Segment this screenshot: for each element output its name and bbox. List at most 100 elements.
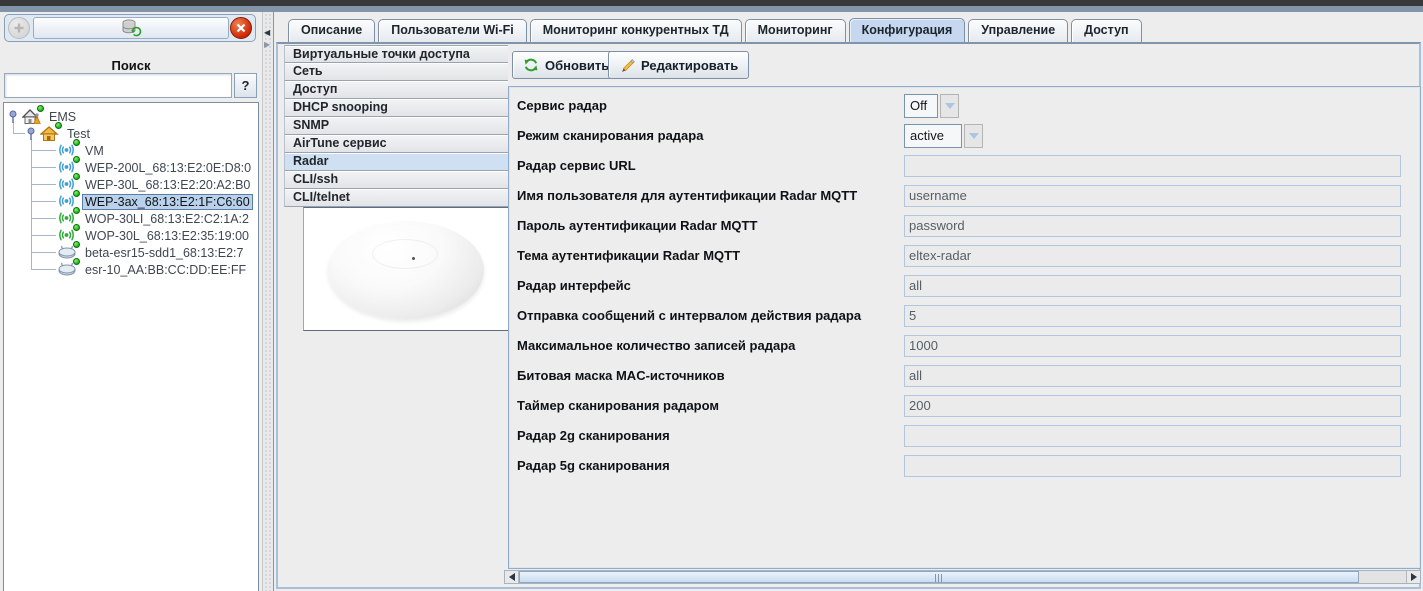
close-panel-button[interactable] (230, 17, 252, 39)
tree-node-device[interactable]: WEP-200L_68:13:E2:0E:D8:0 (58, 156, 253, 176)
tree-node-label[interactable]: WEP-200L_68:13:E2:0E:D8:0 (83, 161, 253, 175)
mqtt-password-field[interactable]: password (904, 215, 1401, 237)
search-input[interactable] (4, 73, 232, 98)
tree-node-label[interactable]: VM (83, 144, 106, 158)
tree-node-device[interactable]: esr-10_AA:BB:CC:DD:EE:FF (58, 258, 248, 278)
tab-description[interactable]: Описание (288, 19, 376, 42)
combo-value[interactable]: active (904, 124, 962, 148)
status-online-dot (73, 207, 80, 214)
tree-node-label[interactable]: WOP-30LI_68:13:E2:C2:1A:2 (83, 212, 251, 226)
radar-scan-timer-field[interactable]: 200 (904, 395, 1401, 417)
search-title: Поиск (111, 58, 151, 73)
status-online-dot (73, 190, 80, 197)
radar-max-records-field[interactable]: 1000 (904, 335, 1401, 357)
mac-bitmask-field[interactable]: all (904, 365, 1401, 387)
tree-node-label[interactable]: WEP-30L_68:13:E2:20:A2:B0 (83, 178, 252, 192)
section-network[interactable]: Сеть (284, 63, 508, 81)
radar-scan-mode-combo[interactable]: active (904, 124, 983, 148)
main-tab-bar: Описание Пользователи Wi-Fi Мониторинг к… (288, 18, 1145, 42)
scrollbar-thumb[interactable] (519, 571, 1359, 583)
field-label: Таймер сканирования радаром (517, 398, 720, 413)
section-dhcp-snooping[interactable]: DHCP snooping (284, 99, 508, 117)
tree-node-label[interactable]: WOP-30L_68:13:E2:35:19:00 (83, 229, 251, 243)
tab-configuration[interactable]: Конфигурация (848, 18, 966, 42)
app-window: Поиск ? EMS Test VM WEP-200L_68:13:E2:0E… (0, 0, 1423, 591)
splitter-expand-right-icon[interactable]: ▶ (264, 40, 270, 50)
tree-line (31, 184, 56, 185)
combo-dropdown-button[interactable] (964, 124, 983, 148)
plus-icon (14, 23, 24, 33)
tab-management[interactable]: Управление (968, 19, 1069, 42)
status-online-dot (73, 258, 80, 265)
form-row: Радар 5g сканирования (509, 453, 1420, 483)
tree-node-device[interactable]: beta-esr15-sdd1_68:13:E2:7 (58, 241, 245, 261)
tab-access[interactable]: Доступ (1071, 19, 1142, 42)
tree-node-test[interactable]: Test (26, 122, 92, 142)
form-row: Таймер сканирования радаром 200 (509, 393, 1420, 423)
device-tree-panel: Поиск ? EMS Test VM WEP-200L_68:13:E2:0E… (0, 12, 262, 591)
section-radar[interactable]: Radar (284, 153, 508, 171)
field-label: Радар 2g сканирования (517, 428, 670, 443)
form-row: Радар сервис URL (509, 153, 1420, 183)
tree-node-device[interactable]: WOP-30L_68:13:E2:35:19:00 (58, 224, 251, 244)
tree-node-device[interactable]: WEP-30L_68:13:E2:20:A2:B0 (58, 173, 252, 193)
scrollbar-grip (934, 574, 942, 582)
mqtt-topic-field[interactable]: eltex-radar (904, 245, 1401, 267)
tree-node-label[interactable]: WEP-3ax_68:13:E2:1F:C6:60 (82, 193, 253, 210)
database-sync-button[interactable] (33, 17, 229, 39)
combo-value[interactable]: Off (904, 94, 938, 118)
config-section-list: Виртуальные точки доступа Сеть Доступ DH… (284, 45, 508, 207)
radar-interval-field[interactable]: 5 (904, 305, 1401, 327)
expand-handle-icon[interactable] (8, 109, 20, 124)
triangle-right-icon (1410, 573, 1417, 581)
tree-node-label[interactable]: esr-10_AA:BB:CC:DD:EE:FF (83, 263, 248, 277)
tree-node-device-selected[interactable]: WEP-3ax_68:13:E2:1F:C6:60 (58, 190, 253, 210)
pencil-icon (622, 59, 635, 72)
splitter-handle[interactable]: ◀ ▶ (262, 12, 274, 591)
search-help-button[interactable]: ? (234, 73, 257, 98)
expand-handle-icon[interactable] (26, 126, 38, 141)
section-airtune[interactable]: AirTune сервис (284, 135, 508, 153)
section-virtual-aps[interactable]: Виртуальные точки доступа (284, 45, 508, 63)
tree-toolbar (4, 14, 256, 42)
tree-node-label[interactable]: EMS (47, 110, 78, 124)
tree-line (31, 201, 56, 202)
radar-5g-scan-field[interactable] (904, 455, 1401, 477)
edit-button[interactable]: Редактировать (608, 51, 750, 79)
edit-label: Редактировать (641, 57, 739, 73)
form-row: Пароль аутентификации Radar MQTT passwor… (509, 213, 1420, 243)
tree-node-device[interactable]: VM (58, 139, 106, 159)
tab-wifi-users[interactable]: Пользователи Wi-Fi (378, 19, 527, 42)
tree-node-label[interactable]: Test (65, 127, 92, 141)
field-label: Максимальное количество записей радара (517, 338, 796, 353)
mqtt-username-field[interactable]: username (904, 185, 1401, 207)
field-label: Радар интерфейс (517, 278, 631, 293)
field-label: Битовая маска MAC-источников (517, 368, 725, 383)
splitter-collapse-left-icon[interactable]: ◀ (264, 28, 270, 38)
section-cli-telnet[interactable]: CLI/telnet (284, 189, 508, 207)
status-online-dot (55, 122, 62, 129)
scroll-right-button[interactable] (1406, 571, 1420, 583)
triangle-left-icon (508, 573, 515, 581)
tab-rival-ap-monitoring[interactable]: Мониторинг конкурентных ТД (529, 19, 742, 42)
tree-node-label[interactable]: beta-esr15-sdd1_68:13:E2:7 (83, 246, 245, 260)
tree-node-ems[interactable]: EMS (8, 105, 78, 125)
combo-dropdown-button[interactable] (940, 94, 959, 118)
radar-service-combo[interactable]: Off (904, 94, 959, 118)
section-access[interactable]: Доступ (284, 81, 508, 99)
section-snmp[interactable]: SNMP (284, 117, 508, 135)
scroll-left-button[interactable] (505, 571, 519, 583)
radar-interface-field[interactable]: all (904, 275, 1401, 297)
radar-2g-scan-field[interactable] (904, 425, 1401, 447)
refresh-button[interactable]: Обновить (512, 51, 621, 79)
close-icon (236, 23, 246, 33)
access-point-photo (328, 221, 484, 319)
section-cli-ssh[interactable]: CLI/ssh (284, 171, 508, 189)
tree-node-device[interactable]: WOP-30LI_68:13:E2:C2:1A:2 (58, 207, 251, 227)
horizontal-scrollbar[interactable] (504, 570, 1421, 584)
field-label: Радар 5g сканирования (517, 458, 670, 473)
radar-service-url-field[interactable] (904, 155, 1401, 177)
tab-monitoring[interactable]: Мониторинг (744, 19, 846, 42)
add-button[interactable] (8, 17, 30, 39)
field-label: Радар сервис URL (517, 158, 636, 173)
